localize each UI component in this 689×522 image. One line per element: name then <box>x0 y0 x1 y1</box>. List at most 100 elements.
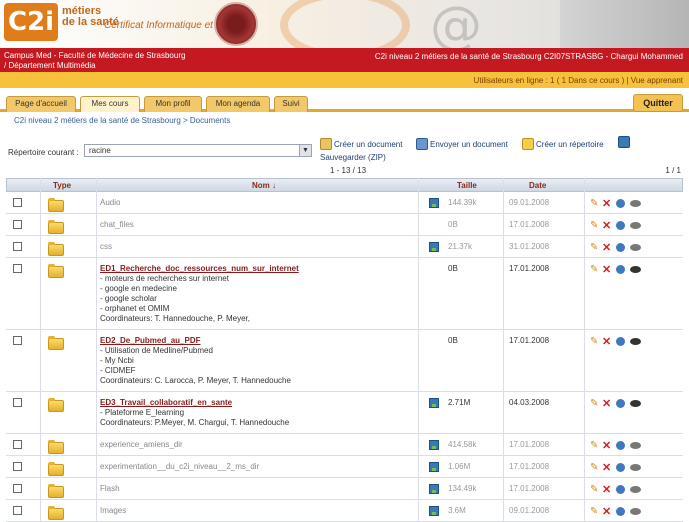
delete-x-icon[interactable]: ✕ <box>602 461 611 474</box>
move-icon[interactable] <box>616 399 625 408</box>
delete-x-icon[interactable]: ✕ <box>602 483 611 496</box>
row-checkbox[interactable] <box>13 398 22 407</box>
breadcrumb[interactable]: C2i niveau 2 métiers de la santé de Stra… <box>14 116 230 125</box>
delete-x-icon[interactable]: ✕ <box>602 263 611 276</box>
download-zip-icon[interactable] <box>429 398 439 408</box>
document-name-link[interactable]: experimentation__du_c2i_niveau__2_ms_dir <box>100 462 259 471</box>
tab-my-profile[interactable]: Mon profil <box>144 96 202 112</box>
delete-x-icon[interactable]: ✕ <box>602 397 611 410</box>
row-actions: ✎ ✕ <box>590 336 676 348</box>
quit-button[interactable]: Quitter <box>633 94 683 112</box>
move-icon[interactable] <box>616 485 625 494</box>
move-icon[interactable] <box>616 507 625 516</box>
folder-icon[interactable] <box>48 484 64 498</box>
save-zip-icon-button[interactable] <box>618 136 632 148</box>
edit-pencil-icon[interactable]: ✎ <box>590 440 598 451</box>
document-name-link[interactable]: chat_files <box>100 220 134 229</box>
edit-pencil-icon[interactable]: ✎ <box>590 398 598 409</box>
delete-x-icon[interactable]: ✕ <box>602 241 611 254</box>
row-checkbox[interactable] <box>13 198 22 207</box>
row-checkbox[interactable] <box>13 506 22 515</box>
document-name-link[interactable]: Audio <box>100 198 120 207</box>
row-checkbox[interactable] <box>13 484 22 493</box>
directory-select[interactable]: racine ▼ <box>84 144 312 157</box>
move-icon[interactable] <box>616 199 625 208</box>
table-row: Flash 134.49k 17.01.2008 ✎ ✕ <box>6 478 683 500</box>
create-directory-button[interactable]: Créer un répertoire <box>522 138 604 150</box>
folder-icon[interactable] <box>48 462 64 476</box>
move-icon[interactable] <box>616 265 625 274</box>
edit-pencil-icon[interactable]: ✎ <box>590 506 598 517</box>
download-zip-icon[interactable] <box>429 198 439 208</box>
edit-pencil-icon[interactable]: ✎ <box>590 198 598 209</box>
document-name-link[interactable]: experience_amiens_dir <box>100 440 183 449</box>
visibility-eye-icon[interactable] <box>630 338 641 345</box>
row-checkbox[interactable] <box>13 220 22 229</box>
edit-pencil-icon[interactable]: ✎ <box>590 220 598 231</box>
edit-pencil-icon[interactable]: ✎ <box>590 336 598 347</box>
download-zip-icon[interactable] <box>429 440 439 450</box>
edit-pencil-icon[interactable]: ✎ <box>590 264 598 275</box>
move-icon[interactable] <box>616 337 625 346</box>
tab-home[interactable]: Page d'accueil <box>6 96 76 112</box>
folder-icon[interactable] <box>48 264 64 278</box>
move-icon[interactable] <box>616 243 625 252</box>
document-name-link[interactable]: ED1_Recherche_doc_ressources_num_sur_int… <box>100 264 299 273</box>
delete-x-icon[interactable]: ✕ <box>602 335 611 348</box>
visibility-eye-icon[interactable] <box>630 464 641 471</box>
folder-icon[interactable] <box>48 506 64 520</box>
save-zip-button[interactable]: Sauvegarder (ZIP) <box>320 153 386 162</box>
tab-my-agenda[interactable]: Mon agenda <box>206 96 270 112</box>
delete-x-icon[interactable]: ✕ <box>602 219 611 232</box>
move-icon[interactable] <box>616 463 625 472</box>
document-name-link[interactable]: css <box>100 242 112 251</box>
edit-pencil-icon[interactable]: ✎ <box>590 462 598 473</box>
tab-my-courses[interactable]: Mes cours <box>80 96 140 112</box>
department-name[interactable]: / Département Multimédia <box>4 61 185 71</box>
visibility-eye-icon[interactable] <box>630 244 641 251</box>
row-checkbox[interactable] <box>13 264 22 273</box>
header-date[interactable]: Date <box>529 181 546 190</box>
document-name-link[interactable]: Flash <box>100 484 120 493</box>
send-document-button[interactable]: Envoyer un document <box>416 138 508 150</box>
download-zip-icon[interactable] <box>429 462 439 472</box>
folder-icon[interactable] <box>48 440 64 454</box>
row-checkbox[interactable] <box>13 440 22 449</box>
document-name-link[interactable]: Images <box>100 506 126 515</box>
folder-icon[interactable] <box>48 242 64 256</box>
visibility-eye-icon[interactable] <box>630 222 641 229</box>
header-name[interactable]: Nom ↓ <box>252 181 276 190</box>
online-users-text[interactable]: Utilisateurs en ligne : 1 ( 1 Dans ce co… <box>474 76 683 85</box>
folder-icon[interactable] <box>48 220 64 234</box>
row-checkbox[interactable] <box>13 242 22 251</box>
visibility-eye-icon[interactable] <box>630 442 641 449</box>
move-icon[interactable] <box>616 441 625 450</box>
institution-name[interactable]: Campus Med - Faculté de Médecine de Stra… <box>4 51 185 61</box>
visibility-eye-icon[interactable] <box>630 200 641 207</box>
folder-icon[interactable] <box>48 398 64 412</box>
delete-x-icon[interactable]: ✕ <box>602 505 611 518</box>
create-document-button[interactable]: Créer un document <box>320 138 402 150</box>
delete-x-icon[interactable]: ✕ <box>602 197 611 210</box>
edit-pencil-icon[interactable]: ✎ <box>590 242 598 253</box>
download-zip-icon[interactable] <box>429 484 439 494</box>
folder-icon[interactable] <box>48 336 64 350</box>
header-type[interactable]: Type <box>53 181 71 190</box>
visibility-eye-icon[interactable] <box>630 486 641 493</box>
move-icon[interactable] <box>616 221 625 230</box>
edit-pencil-icon[interactable]: ✎ <box>590 484 598 495</box>
download-zip-icon[interactable] <box>429 242 439 252</box>
document-name-link[interactable]: ED2_De_Pubmed_au_PDF <box>100 336 200 345</box>
visibility-eye-icon[interactable] <box>630 508 641 515</box>
row-checkbox[interactable] <box>13 336 22 345</box>
row-checkbox[interactable] <box>13 462 22 471</box>
delete-x-icon[interactable]: ✕ <box>602 439 611 452</box>
folder-icon[interactable] <box>48 198 64 212</box>
download-zip-icon[interactable] <box>429 506 439 516</box>
document-name-link[interactable]: ED3_Travail_collaboratif_en_sante <box>100 398 232 407</box>
tab-tracking[interactable]: Suivi <box>274 96 308 112</box>
header-size[interactable]: Taille <box>457 181 477 190</box>
visibility-eye-icon[interactable] <box>630 266 641 273</box>
chevron-down-icon[interactable]: ▼ <box>299 145 311 156</box>
visibility-eye-icon[interactable] <box>630 400 641 407</box>
